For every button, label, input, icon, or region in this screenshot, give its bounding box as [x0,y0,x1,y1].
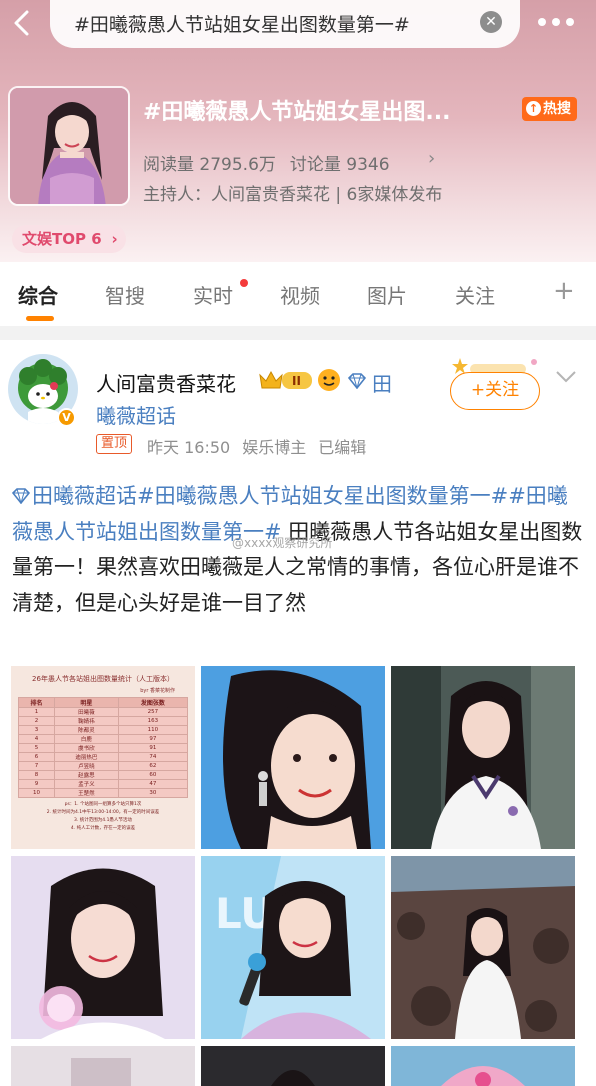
section-divider [0,326,596,340]
post-image[interactable] [391,1046,575,1086]
tab-general[interactable]: 综合 [18,280,58,309]
search-bar[interactable]: #田曦薇愚人节站姐女星出图数量第一# ✕ [50,0,520,48]
hot-icon: ↑ [526,101,541,116]
post-image[interactable]: LUX [201,856,385,1039]
add-tab-icon[interactable]: + [553,276,575,306]
author-name[interactable]: 人间富贵香菜花 [96,368,236,397]
tab-bar: 综合 智搜 实时 视频 图片 关注 + [0,262,596,326]
table-row: 1 田曦薇 257 [17,707,189,717]
table-row: 5 虞书欣 91 [17,743,189,753]
stats-table: 排名 明星 发图张数 1 田曦薇 257 2 鞠婧祎 163 3 陈都灵 110 4 白鹿 97… [17,697,189,798]
follow-button[interactable]: +关注 [450,372,540,410]
col-header-count: 发图张数 [117,697,189,708]
hot-search-badge[interactable]: ↑ 热搜 [522,97,577,121]
chevron-right-icon: › [111,230,118,248]
diamond-icon [12,488,30,504]
stats-notes: ps：1. 个站图同一组算多个站只算1次 2. 统计时间为4.1中午13:00-… [46,802,160,831]
table-row: 8 赵露思 60 [17,770,189,780]
search-input[interactable]: #田曦薇愚人节站姐女星出图数量第一# [74,10,469,37]
active-tab-indicator [26,316,54,321]
level-badge-text: II [292,374,301,388]
post-image-stats[interactable]: 26年愚人节各站姐出图数量统计（人工版本） byr 香菜花制作 排名 明星 发图… [11,666,195,849]
back-arrow-icon[interactable] [8,8,38,38]
discuss-count: 讨论量 9346 [289,155,390,175]
tab-smart-search[interactable]: 智搜 [105,280,145,309]
tab-video[interactable]: 视频 [280,280,320,309]
edited-label: 已编辑 [318,438,367,457]
clear-icon[interactable]: ✕ [480,11,502,33]
post-image[interactable] [11,856,195,1039]
table-row: 7 卢昱晓 62 [17,761,189,771]
col-header-rank: 排名 [17,697,56,708]
tab-realtime[interactable]: 实时 [193,280,233,309]
table-row: 9 孟子义 47 [17,779,189,789]
topic-title: #田曦薇愚人节站姐女星出图... [143,100,451,125]
topic-stats[interactable]: 阅读量 2795.6万 讨论量 9346 [143,150,390,175]
table-row: 10 王楚然 30 [17,788,189,798]
diamond-icon [348,373,366,389]
post-image[interactable] [391,856,575,1039]
more-icon[interactable] [538,18,578,28]
post-meta: 昨天 16:50 娱乐博主 已编辑 [147,434,366,458]
table-row: 2 鞠婧祎 163 [17,716,189,726]
table-row: 6 迪丽热巴 74 [17,752,189,762]
post-time: 昨天 16:50 [147,438,231,457]
hot-label: 热搜 [543,101,571,117]
notification-dot [240,279,248,287]
topic-cover-image[interactable] [8,86,130,206]
tab-pictures[interactable]: 图片 [367,280,407,309]
rank-label: 文娱TOP 6 [22,230,102,248]
stats-title: 26年愚人节各站姐出图数量统计（人工版本） [32,675,174,683]
chevron-down-icon[interactable] [555,370,577,384]
col-header-star: 明星 [54,697,119,708]
post-image[interactable] [201,666,385,849]
pinned-badge: 置顶 [96,434,133,454]
super-topic-tag[interactable]: 田曦薇超话 [12,484,137,508]
crown-level-icon[interactable]: II [258,368,314,392]
post-image[interactable] [201,1046,385,1086]
read-count: 阅读量 2795.6万 [143,155,276,175]
tab-following[interactable]: 关注 [455,280,495,309]
topic-host[interactable]: 主持人：人间富贵香菜花 | 6家媒体发布 [143,180,442,205]
fish-emoji-icon [318,369,340,391]
verified-icon: V [57,408,76,427]
table-row: 3 陈都灵 110 [17,725,189,735]
topic-header: #田曦薇愚人节站姐女星出图数量第一# ✕ #田曦薇愚人节站姐女星出图... ↑ … [0,0,596,262]
super-topic-tag-label: 田曦薇超话 [32,484,137,508]
post-source: 娱乐博主 [242,438,307,457]
hashtag-link[interactable]: #田曦薇愚人节站姐女星出图数量第一# [137,484,508,508]
post-image[interactable] [11,1046,195,1086]
table-row: 4 白鹿 97 [17,734,189,744]
watermark: @xxxx观察研究所 [232,536,333,550]
post-image[interactable] [391,666,575,849]
chevron-right-icon[interactable]: › [428,148,435,169]
stats-subtitle: byr 香菜花制作 [140,688,175,694]
rank-badge[interactable]: 文娱TOP 6 › [12,225,126,253]
